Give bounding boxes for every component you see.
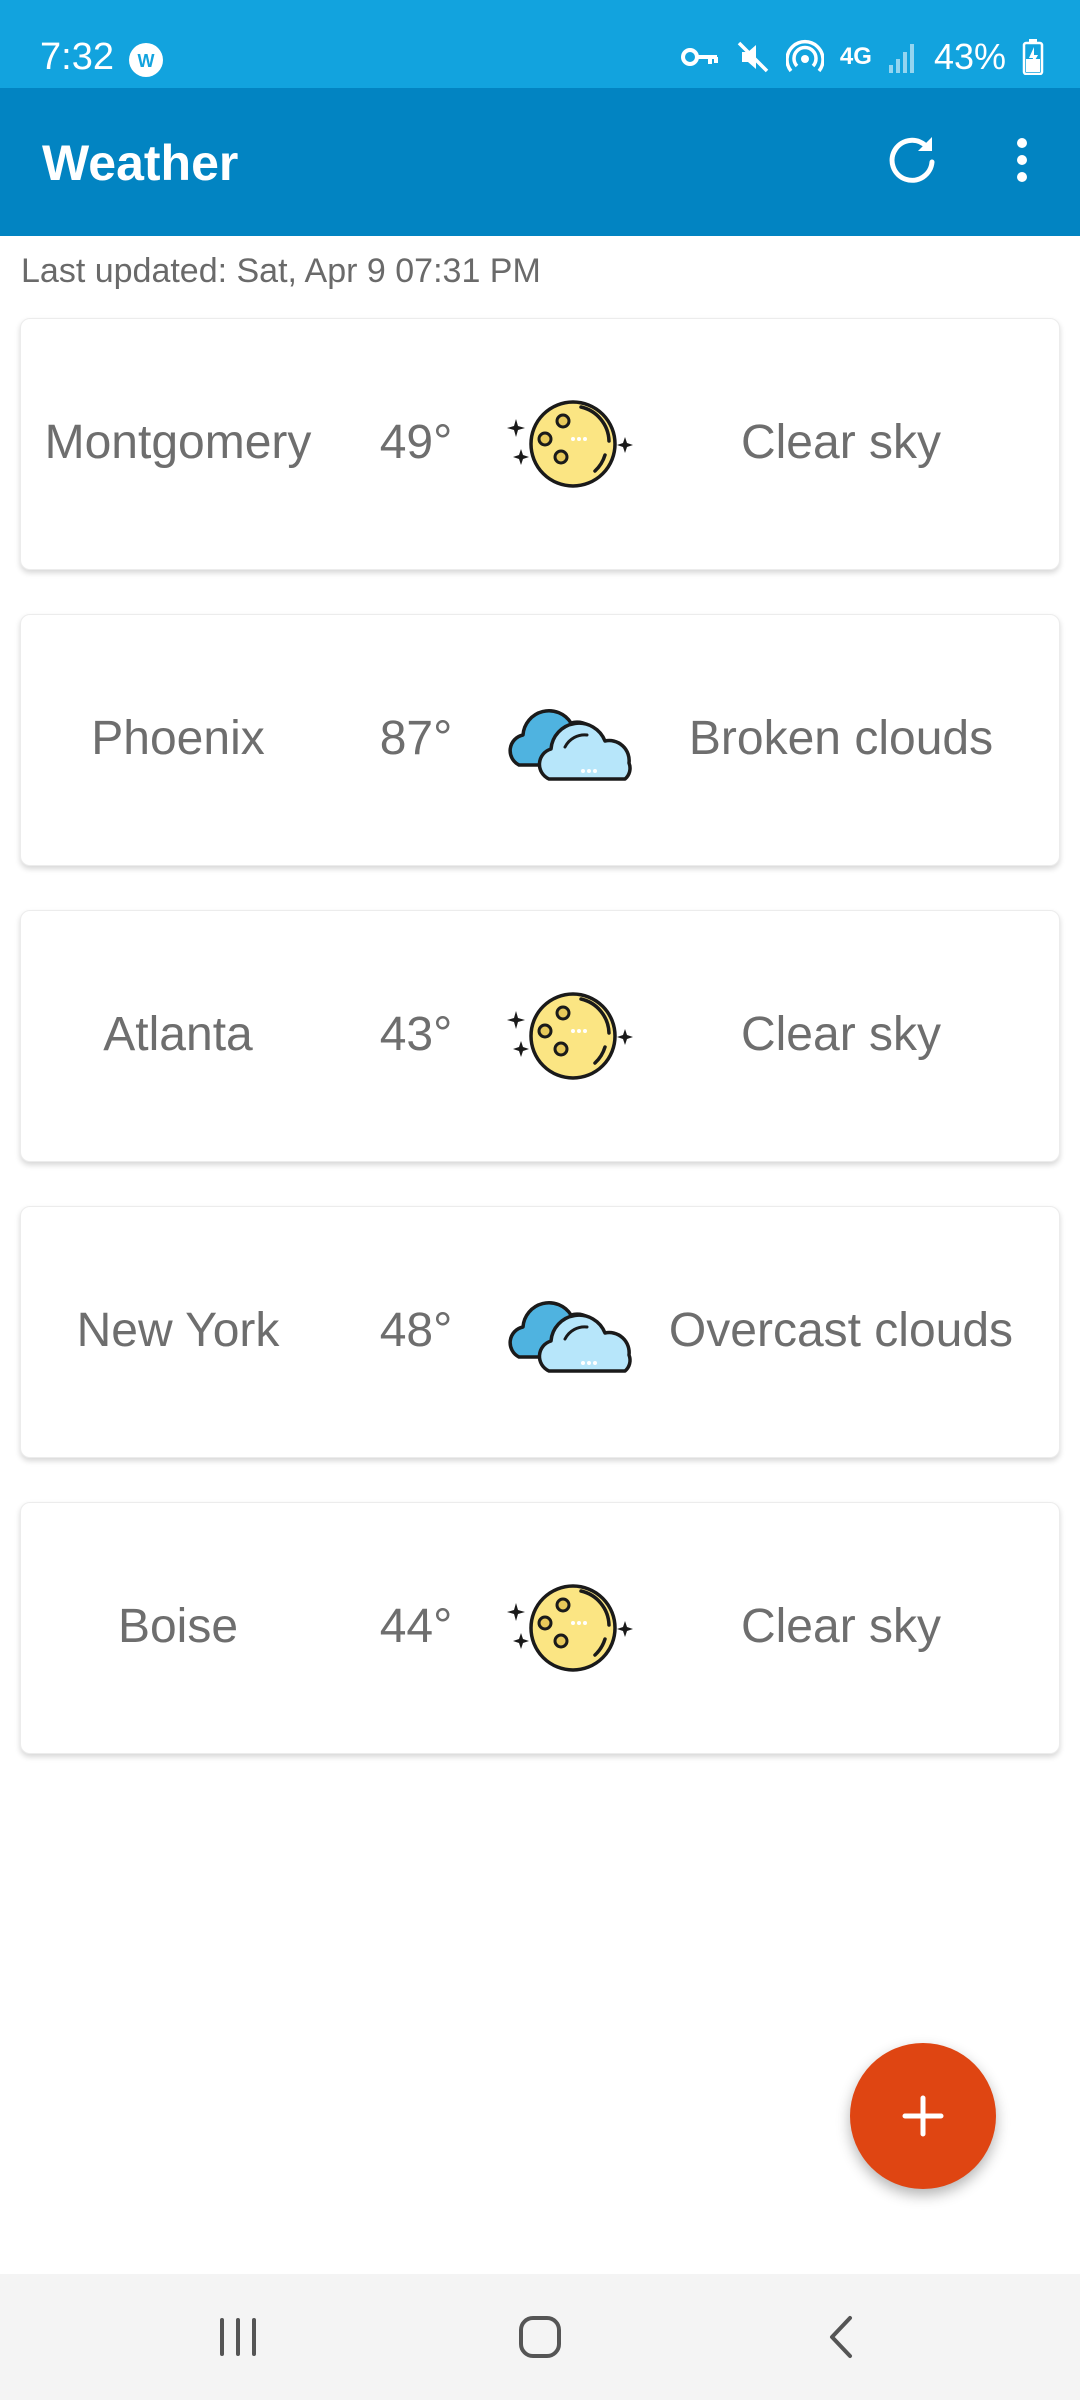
- clouds-icon: [505, 685, 641, 795]
- back-button[interactable]: [812, 2312, 872, 2362]
- city-name: Phoenix: [91, 712, 265, 765]
- battery-level: 43%: [933, 36, 1006, 77]
- city-card-montgomery[interactable]: Montgomery 49° Clear sky: [20, 318, 1060, 570]
- weather-description: Clear sky: [740, 416, 942, 469]
- clear-night-moon-icon: [505, 981, 641, 1091]
- more-options-button[interactable]: [1000, 128, 1044, 192]
- city-name: Montgomery: [44, 416, 312, 469]
- vpn-key-icon: [680, 42, 720, 72]
- clear-night-moon-icon: [505, 1573, 641, 1683]
- back-icon: [830, 2316, 852, 2358]
- refresh-icon: [889, 137, 935, 183]
- city-temperature: 43°: [379, 1008, 453, 1061]
- city-temperature: 87°: [379, 712, 453, 765]
- app-bar: Weather: [0, 88, 1080, 236]
- last-updated-text: Last updated: Sat, Apr 9 07:31 PM: [21, 252, 541, 290]
- svg-text:W: W: [138, 51, 155, 71]
- page-title: Weather: [42, 135, 239, 191]
- plus-icon: [902, 2095, 944, 2137]
- city-card-atlanta[interactable]: Atlanta 43° Clear sky: [20, 910, 1060, 1162]
- more-vert-icon: [1017, 138, 1027, 182]
- hotspot-icon: [785, 38, 824, 76]
- status-time: 7:32: [40, 36, 114, 78]
- signal-icon: [888, 41, 918, 73]
- city-card-boise[interactable]: Boise 44° Clear sky: [20, 1502, 1060, 1754]
- city-card-phoenix[interactable]: Phoenix 87° Broken clouds: [20, 614, 1060, 866]
- city-name: Boise: [117, 1600, 239, 1653]
- weather-description: Clear sky: [740, 1008, 942, 1061]
- battery-icon: [1022, 39, 1044, 75]
- recent-apps-icon: [220, 2318, 256, 2356]
- city-name: New York: [76, 1304, 280, 1357]
- refresh-button[interactable]: [880, 128, 944, 192]
- network-type-icon: 4G: [839, 43, 872, 70]
- mute-icon: [736, 40, 770, 74]
- clouds-icon: [505, 1277, 641, 1387]
- city-list: Montgomery 49° Clear sky Phoenix 87° Bro…: [20, 318, 1060, 1798]
- clear-night-moon-icon: [505, 389, 641, 499]
- city-temperature: 44°: [379, 1600, 453, 1653]
- city-card-new-york[interactable]: New York 48° Overcast clouds: [20, 1206, 1060, 1458]
- home-icon: [519, 2316, 561, 2358]
- recent-apps-button[interactable]: [208, 2312, 268, 2362]
- app-notification-icon: W: [126, 40, 166, 80]
- add-city-button[interactable]: [850, 2043, 996, 2189]
- home-button[interactable]: [510, 2312, 570, 2362]
- status-icons: 4G 43%: [680, 36, 1044, 78]
- weather-description: Overcast clouds: [668, 1304, 1014, 1357]
- weather-description: Broken clouds: [688, 712, 994, 765]
- city-temperature: 49°: [379, 416, 453, 469]
- weather-description: Clear sky: [740, 1600, 942, 1653]
- status-bar: 7:32 W 4G 43%: [0, 0, 1080, 88]
- system-nav-bar: [0, 2274, 1080, 2400]
- city-name: Atlanta: [103, 1008, 253, 1061]
- city-temperature: 48°: [379, 1304, 453, 1357]
